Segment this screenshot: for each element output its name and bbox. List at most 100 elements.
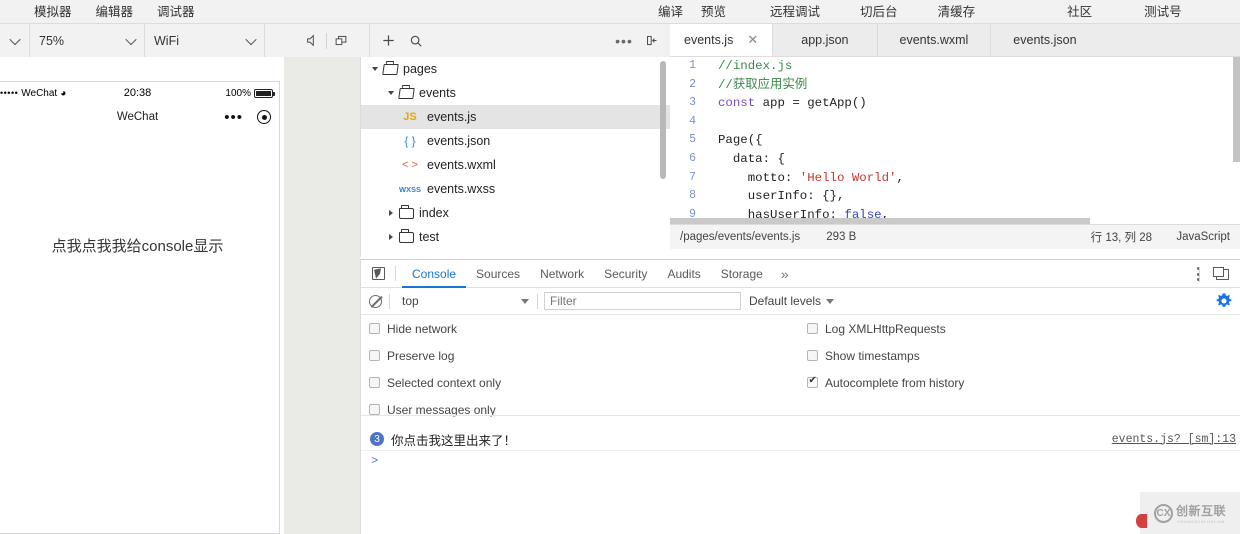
wechat-devtools-window: 模拟器 编辑器 调试器 编译 预览 远程调试 切后台 清缓存 社区 测试号 详情 xyxy=(0,0,1240,534)
checkbox-log-xhr[interactable]: Log XMLHttpRequests xyxy=(807,315,946,342)
tap-me-text[interactable]: 点我点我我给console显示 xyxy=(0,235,279,256)
folder-icon xyxy=(399,204,414,219)
tab-events-js[interactable]: events.js ✕ xyxy=(670,24,774,56)
target-icon[interactable] xyxy=(257,110,271,124)
chevron-down-icon xyxy=(125,33,137,45)
network-select[interactable]: WiFi xyxy=(145,24,265,57)
more-options-button[interactable]: ••• xyxy=(610,24,638,57)
rotate-device-icon xyxy=(335,35,347,46)
tab-events-wxml[interactable]: events.wxml xyxy=(878,24,992,56)
checkbox-autocomplete-from-history[interactable]: Autocomplete from history xyxy=(807,369,964,396)
code-content[interactable]: 1 //index.js 2 //获取应用实例 3 const app = ge… xyxy=(670,57,1240,224)
tree-item-events[interactable]: events xyxy=(361,81,670,105)
tree-item-pages[interactable]: pages xyxy=(361,57,670,81)
checkbox-box[interactable] xyxy=(807,350,818,361)
tree-item-events-json[interactable]: { } events.json xyxy=(361,129,670,153)
volume-button[interactable] xyxy=(298,24,326,57)
code-token: const xyxy=(718,96,756,111)
code-token: Page({ xyxy=(718,133,763,148)
zoom-value: 75% xyxy=(39,33,65,48)
checkbox-box[interactable] xyxy=(807,375,818,388)
checkbox-label: Selected context only xyxy=(387,375,502,390)
disclosure-triangle-icon[interactable] xyxy=(385,209,397,218)
watermark: CX 创新互联 CHUANGXIN HULIAN xyxy=(1136,492,1240,534)
context-select[interactable]: top xyxy=(392,288,537,315)
menu-editor[interactable]: 编辑器 xyxy=(96,0,134,24)
checkbox-box[interactable] xyxy=(369,404,380,415)
menu-preview[interactable]: 预览 xyxy=(701,0,726,24)
menu-test-account[interactable]: 测试号 xyxy=(1144,0,1182,24)
settings-button[interactable] xyxy=(1215,292,1233,310)
menu-remote-debug[interactable]: 远程调试 xyxy=(770,0,820,24)
inspect-element-icon xyxy=(371,267,385,280)
checkbox-hide-network[interactable]: Hide network xyxy=(369,315,457,342)
inspect-element-button[interactable] xyxy=(361,260,395,288)
phone-page-body: 点我点我我给console显示 xyxy=(0,130,279,533)
checkbox-show-timestamps[interactable]: Show timestamps xyxy=(807,342,920,369)
language-label[interactable]: JavaScript xyxy=(1176,231,1230,243)
tab-events-json[interactable]: events.json xyxy=(991,24,1098,56)
editor-status-bar: /pages/events/events.js 293 B 行 13, 列 28… xyxy=(670,224,1240,249)
tree-item-events-wxml[interactable]: < > events.wxml xyxy=(361,153,670,177)
tab-security[interactable]: Security xyxy=(594,260,657,288)
dock-side-icon xyxy=(1212,266,1229,280)
menu-debugger[interactable]: 调试器 xyxy=(157,0,195,24)
rotate-device-button[interactable] xyxy=(327,24,355,57)
tab-audits[interactable]: Audits xyxy=(657,260,710,288)
disclosure-triangle-icon[interactable] xyxy=(385,89,397,98)
disclosure-triangle-icon[interactable] xyxy=(369,65,381,74)
search-files-button[interactable] xyxy=(402,24,430,57)
collapse-panel-button[interactable] xyxy=(638,24,666,57)
checkbox-preserve-log[interactable]: Preserve log xyxy=(369,342,454,369)
device-list-toggle[interactable] xyxy=(0,24,30,57)
add-file-button[interactable] xyxy=(374,24,402,57)
console-log-entry[interactable]: 3 你点击我这里出来了！ events.js? [sm]:13 xyxy=(361,428,1240,450)
editor-tab-bar: events.js ✕ app.json events.wxml events.… xyxy=(670,24,1240,57)
file-tree-scrollbar[interactable] xyxy=(660,61,666,179)
log-source-link[interactable]: events.js? [sm]:13 xyxy=(1112,433,1236,446)
more-tabs-icon[interactable]: » xyxy=(773,266,797,282)
code-line: 3 const app = getApp() xyxy=(670,94,1240,113)
checkbox-box[interactable] xyxy=(369,377,380,388)
menu-background[interactable]: 切后台 xyxy=(860,0,898,24)
checkbox-label: Show timestamps xyxy=(825,348,920,363)
clear-console-button[interactable] xyxy=(361,288,389,315)
disclosure-triangle-icon[interactable] xyxy=(385,233,397,242)
console-filter-input[interactable] xyxy=(544,292,741,310)
log-levels-select[interactable]: Default levels xyxy=(749,294,835,308)
clear-console-icon xyxy=(368,294,382,308)
zoom-select[interactable]: 75% xyxy=(30,24,145,57)
menu-clear-cache[interactable]: 清缓存 xyxy=(938,0,976,24)
menu-community[interactable]: 社区 xyxy=(1067,0,1092,24)
checkbox-box[interactable] xyxy=(369,323,380,334)
checkbox-selected-context-only[interactable]: Selected context only xyxy=(369,369,501,396)
tree-item-label: events.json xyxy=(427,134,491,148)
tab-console[interactable]: Console xyxy=(402,260,466,288)
tab-sources[interactable]: Sources xyxy=(466,260,530,288)
tab-network[interactable]: Network xyxy=(530,260,594,288)
tree-item-events-wxss[interactable]: WXSS events.wxss xyxy=(361,177,670,201)
menu-compile[interactable]: 编译 xyxy=(658,0,683,24)
tab-app-json[interactable]: app.json xyxy=(773,24,878,56)
tree-item-test[interactable]: test xyxy=(361,225,670,249)
devtools-panel: Console Sources Network Security Audits … xyxy=(360,259,1240,534)
tree-item-events-js[interactable]: JS events.js xyxy=(361,105,670,129)
menu-simulator[interactable]: 模拟器 xyxy=(34,0,72,24)
dock-side-button[interactable] xyxy=(1209,260,1235,288)
editor-vertical-scrollbar[interactable] xyxy=(1233,57,1240,162)
battery-percent: 100% xyxy=(225,87,251,99)
kebab-menu-icon[interactable] xyxy=(1189,260,1207,288)
tab-storage[interactable]: Storage xyxy=(711,260,773,288)
code-line: 5 Page({ xyxy=(670,131,1240,150)
checkbox-box[interactable] xyxy=(807,323,818,334)
cursor-position-label: 行 13, 列 28 xyxy=(1090,232,1152,244)
tree-item-index[interactable]: index xyxy=(361,201,670,225)
phone-status-bar: ••••• WeChat ◕ 20:38 100% xyxy=(0,82,279,104)
checkbox-user-messages-only[interactable]: User messages only xyxy=(369,396,496,423)
js-file-icon: JS xyxy=(403,111,417,123)
more-dots-icon[interactable]: ••• xyxy=(224,110,243,125)
close-icon[interactable]: ✕ xyxy=(747,33,758,46)
top-menu-bar: 模拟器 编辑器 调试器 编译 预览 远程调试 切后台 清缓存 社区 测试号 详情 xyxy=(0,0,1240,24)
checkbox-box[interactable] xyxy=(369,350,380,361)
console-prompt[interactable]: > xyxy=(361,451,1240,471)
